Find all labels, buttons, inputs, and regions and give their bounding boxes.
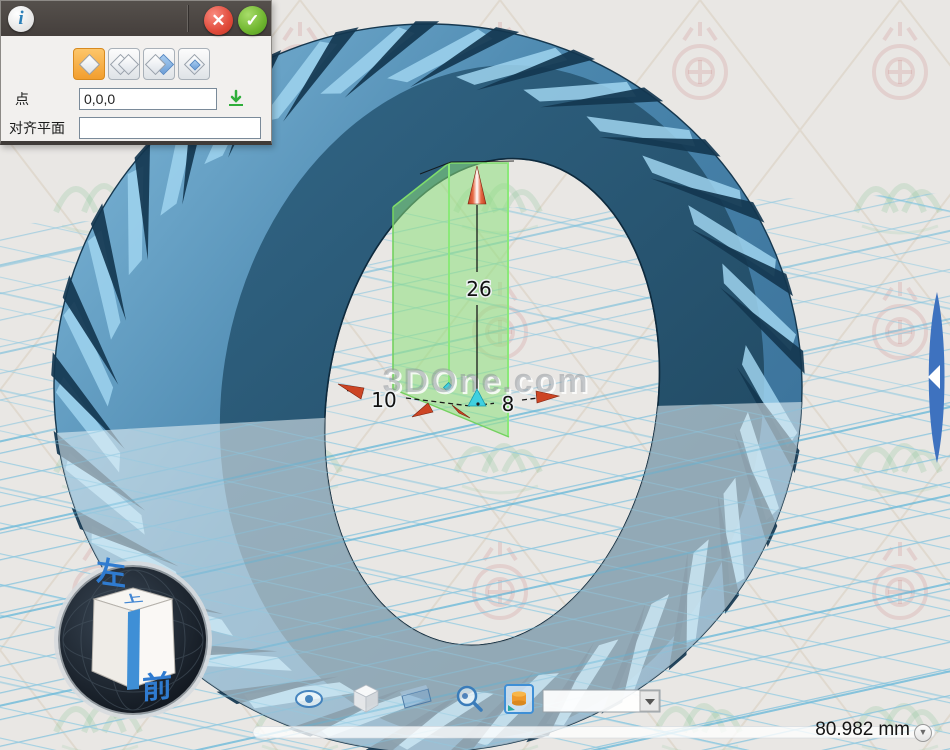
view-cube-edge-highlight — [127, 609, 140, 690]
watermark-text: 3DOne.com 3DOne.com — [383, 362, 592, 402]
mode-midpoint-button[interactable] — [178, 48, 210, 80]
point-field-label: 点 — [15, 89, 79, 109]
view-cube-left-label[interactable]: 左 — [96, 555, 126, 593]
toolbar-dropdown[interactable] — [543, 690, 660, 712]
titlebar-divider — [187, 5, 188, 32]
diamond-single-icon — [79, 54, 100, 75]
import-point-icon[interactable] — [225, 88, 247, 110]
status-value: 80.982 — [815, 719, 873, 740]
view-cube-front-label[interactable]: 前 — [142, 670, 172, 706]
align-plane-input[interactable] — [79, 117, 261, 139]
origin-point — [476, 402, 479, 405]
eye-icon[interactable] — [296, 691, 322, 707]
material-tool-icon-selected[interactable] — [505, 685, 533, 713]
status-measurement: 80.982mm — [760, 719, 910, 741]
mode-two-points-button[interactable] — [108, 48, 140, 80]
dimension-depth[interactable]: 8 — [502, 392, 515, 416]
point-input[interactable] — [79, 88, 217, 110]
align-plane-field-label: 对齐平面 — [9, 118, 79, 138]
svg-text:3DOne.com: 3DOne.com — [383, 362, 590, 400]
mode-single-point-button[interactable] — [73, 48, 105, 80]
info-icon[interactable]: i — [8, 6, 34, 32]
cancel-button[interactable]: ✕ — [204, 6, 233, 35]
app-window: 3DOne.com 3DOne.com 26 10 8 — [0, 0, 950, 750]
dialog-titlebar[interactable]: i ✕ ✓ — [1, 1, 271, 36]
point-input-dialog: i ✕ ✓ 点 对齐平面 — [0, 0, 272, 145]
dimension-width[interactable]: 10 — [371, 388, 396, 412]
dimension-height[interactable]: 26 — [466, 277, 491, 301]
view-cube-top-label[interactable]: 上 — [121, 592, 145, 605]
status-unit: mm — [878, 719, 910, 740]
confirm-button[interactable]: ✓ — [238, 6, 267, 35]
point-mode-group — [73, 48, 210, 80]
mode-point-on-entity-button[interactable] — [143, 48, 175, 80]
status-dropdown-button[interactable]: ▼ — [914, 724, 932, 742]
